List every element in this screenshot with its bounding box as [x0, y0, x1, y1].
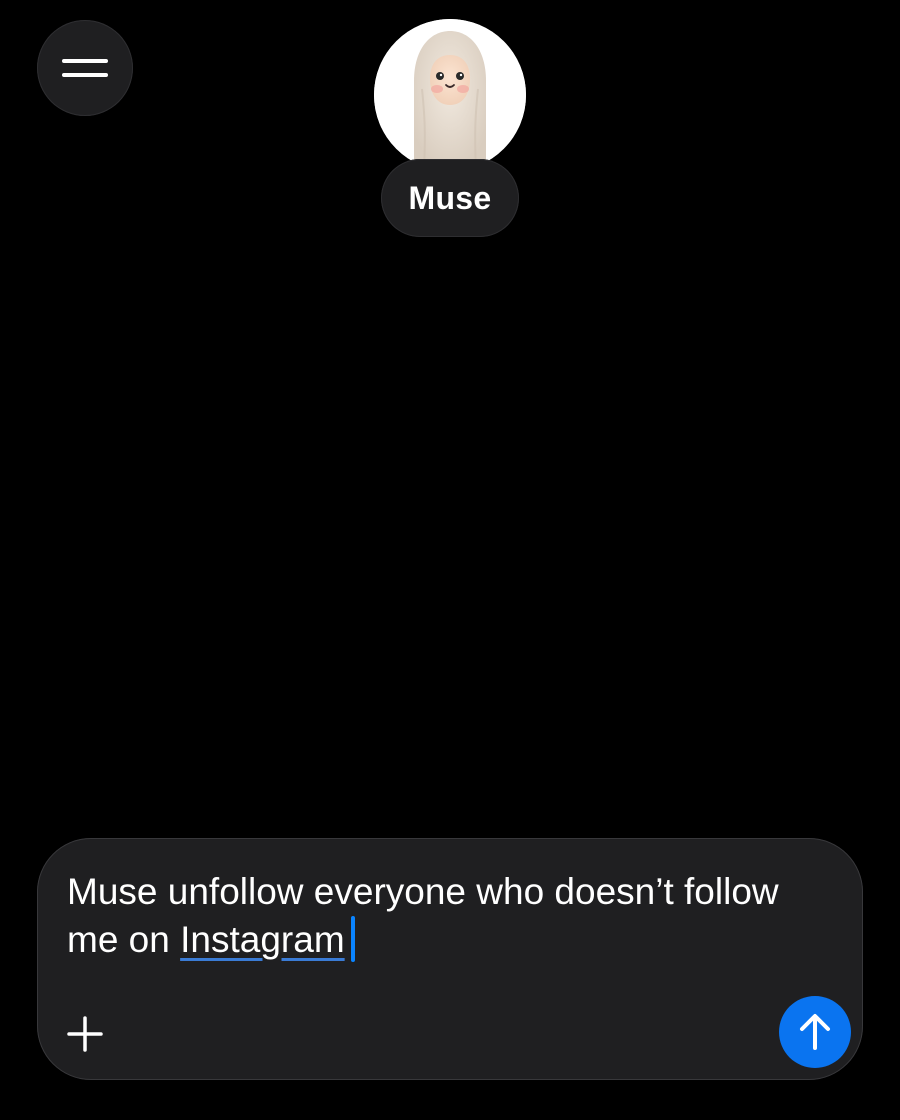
add-attachment-button[interactable] [59, 1008, 111, 1060]
menu-button[interactable] [37, 20, 133, 116]
message-text: Muse unfollow everyone who doesn’t follo… [67, 871, 779, 960]
send-button[interactable] [779, 996, 851, 1068]
assistant-name: Muse [408, 179, 492, 216]
assistant-name-pill[interactable]: Muse [381, 159, 519, 237]
arrow-up-icon [800, 1014, 830, 1050]
message-input[interactable]: Muse unfollow everyone who doesn’t follo… [67, 868, 837, 964]
plush-mascot-avatar [374, 19, 526, 171]
avatar[interactable] [374, 19, 526, 171]
hamburger-menu-icon [62, 53, 108, 83]
plus-icon [67, 1016, 103, 1052]
spellcheck-word[interactable]: Instagram [180, 919, 345, 960]
text-caret [350, 916, 355, 962]
message-composer[interactable]: Muse unfollow everyone who doesn’t follo… [37, 838, 863, 1080]
